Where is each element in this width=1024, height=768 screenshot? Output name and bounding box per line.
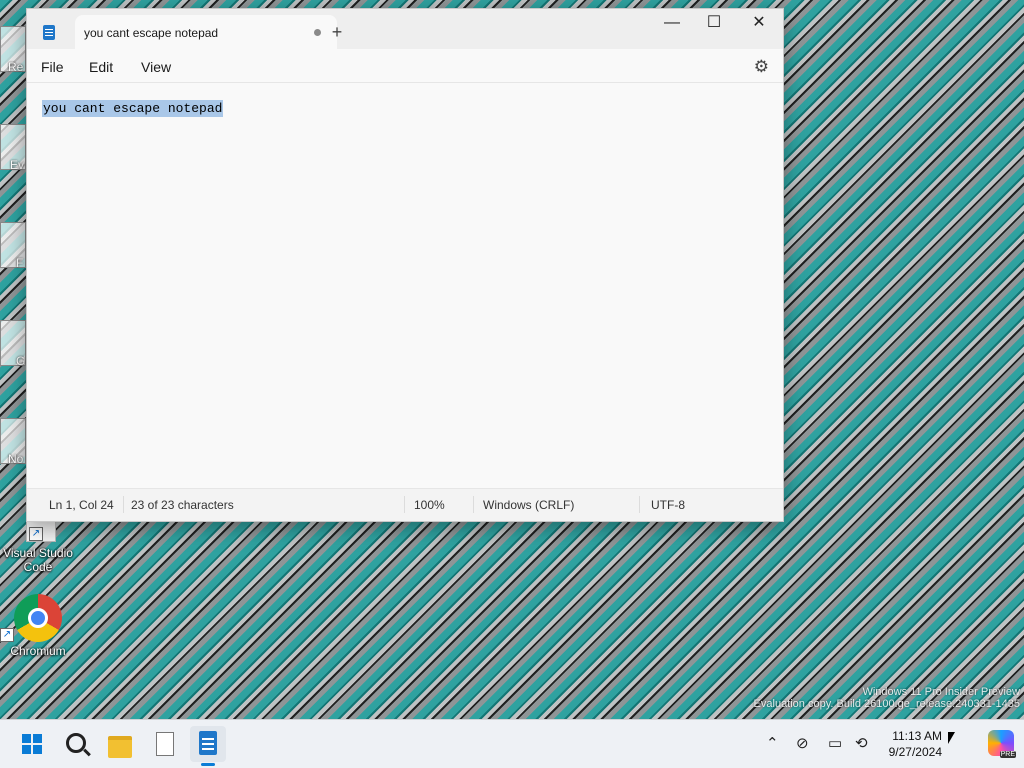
- status-line-ending[interactable]: Windows (CRLF): [483, 498, 574, 512]
- status-zoom[interactable]: 100%: [414, 498, 445, 512]
- sync-icon[interactable]: ⟲: [855, 734, 868, 752]
- clock[interactable]: 11:13 AM 9/27/2024: [889, 728, 942, 760]
- taskbar: ⌃ ⊘ ▭ ⟲ 11:13 AM 9/27/2024 PRE: [0, 719, 1024, 768]
- tab-document[interactable]: you cant escape notepad: [75, 15, 337, 49]
- desktop-icon-label: G: [16, 354, 26, 368]
- search-icon: [66, 733, 86, 753]
- status-divider: [473, 496, 474, 513]
- os-watermark: Windows 11 Pro Insider Preview Evaluatio…: [754, 686, 1020, 710]
- close-button[interactable]: ✕: [736, 9, 782, 39]
- selected-text[interactable]: you cant escape notepad: [42, 100, 224, 117]
- preview-badge: PRE: [999, 751, 1016, 758]
- search-button[interactable]: [58, 726, 94, 762]
- clock-date: 9/27/2024: [888, 745, 942, 759]
- menu-edit[interactable]: Edit: [89, 59, 113, 75]
- clock-time: 11:13 AM: [892, 729, 942, 743]
- status-character-count: 23 of 23 characters: [131, 498, 234, 512]
- start-button[interactable]: [14, 726, 50, 762]
- display-icon[interactable]: ▭: [828, 734, 842, 752]
- copilot-icon[interactable]: PRE: [988, 730, 1016, 758]
- unsaved-dot-icon[interactable]: [314, 29, 321, 36]
- text-editor[interactable]: you cant escape notepad: [27, 82, 783, 489]
- watermark-line-1: Windows 11 Pro Insider Preview: [862, 686, 1020, 698]
- watermark-line-2: Evaluation copy. Build 26100.ge_release.…: [753, 698, 1020, 710]
- file-icon: [156, 732, 174, 756]
- new-tab-button[interactable]: +: [327, 23, 347, 41]
- status-divider: [639, 496, 640, 513]
- chromium-icon: ↗: [0, 594, 62, 642]
- menu-file[interactable]: File: [41, 59, 64, 75]
- tab-title: you cant escape notepad: [84, 26, 219, 40]
- desktop-icon-label: Visual Studio Code: [3, 546, 73, 574]
- status-bar: Ln 1, Col 24 23 of 23 characters 100% Wi…: [27, 488, 783, 521]
- notepad-app-icon: [43, 25, 55, 40]
- notepad-window[interactable]: you cant escape notepad + — ☐ ✕ File Edi…: [26, 8, 784, 522]
- chevron-up-icon[interactable]: ⌃: [766, 734, 779, 752]
- folder-icon: [108, 736, 132, 758]
- blank-file-app-button[interactable]: [146, 726, 182, 762]
- settings-gear-icon[interactable]: ⚙: [754, 57, 769, 77]
- status-divider: [404, 496, 405, 513]
- network-icon[interactable]: ⊘: [796, 734, 809, 752]
- desktop-icon-label: Ev: [10, 158, 25, 172]
- desktop-icon-label: Chromium: [10, 644, 66, 658]
- menu-bar: File Edit View ⚙: [27, 49, 783, 82]
- status-cursor-position: Ln 1, Col 24: [49, 498, 114, 512]
- notepad-icon: [199, 731, 217, 755]
- minimize-button[interactable]: —: [649, 9, 695, 39]
- active-indicator: [201, 763, 215, 766]
- shortcut-arrow-icon: ↗: [29, 527, 43, 541]
- desktop-icon-chromium[interactable]: ↗ Chromium: [0, 594, 74, 658]
- status-encoding[interactable]: UTF-8: [651, 498, 685, 512]
- status-divider: [123, 496, 124, 513]
- notepad-taskbar-button[interactable]: [190, 726, 226, 766]
- shortcut-arrow-icon: ↗: [0, 628, 14, 642]
- desktop-icon-label: F: [16, 256, 24, 270]
- file-explorer-button[interactable]: [102, 726, 138, 762]
- maximize-button[interactable]: ☐: [691, 9, 737, 39]
- desktop-icon-label: No: [8, 452, 24, 466]
- menu-view[interactable]: View: [141, 59, 171, 75]
- desktop-icon-label: Re: [8, 60, 24, 74]
- title-bar[interactable]: you cant escape notepad + — ☐ ✕: [27, 9, 783, 49]
- mouse-cursor-icon: [948, 732, 955, 744]
- windows-logo-icon: [22, 734, 42, 754]
